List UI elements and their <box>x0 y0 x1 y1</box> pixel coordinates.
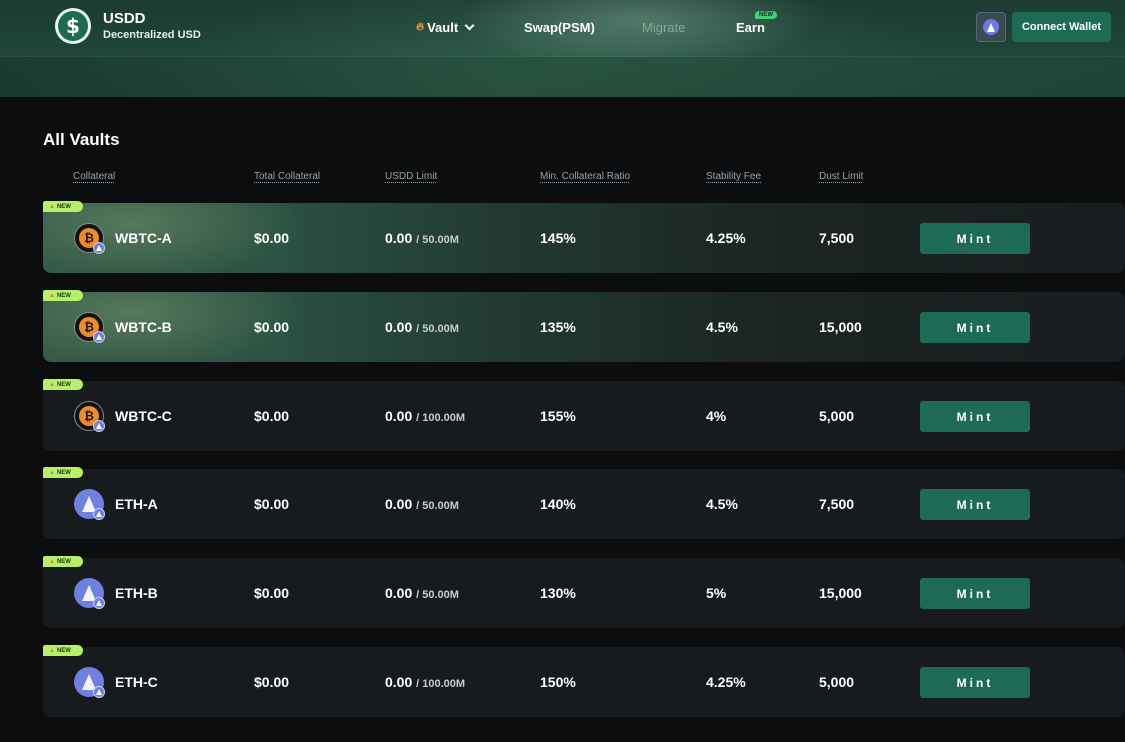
min-collateral-ratio: 155% <box>540 408 576 424</box>
dust-limit: 7,500 <box>819 230 855 246</box>
usdd-limit: 0.00 / 100.00M <box>385 674 466 690</box>
vault-name: ETH-C <box>115 674 158 690</box>
nav-earn[interactable]: Earn <box>736 20 765 35</box>
stability-fee: 4.5% <box>706 496 738 512</box>
nav-migrate[interactable]: Migrate <box>642 20 685 35</box>
nav-vault[interactable]: 🔥︎ Vault <box>416 20 475 35</box>
earn-new-badge: NEW <box>755 11 777 19</box>
vault-row[interactable]: ▲ NEW ETH-B $0.00 0.00 / 50.00M 130% 5% 1… <box>43 556 1125 628</box>
mint-button[interactable]: Mint <box>920 401 1030 432</box>
ethereum-chain-icon <box>93 686 105 698</box>
flame-icon: 🔥︎ <box>416 21 425 33</box>
nav-swap-label: Swap(PSM) <box>524 20 595 35</box>
vault-name: ETH-B <box>115 585 158 601</box>
new-tag: ▲ NEW <box>43 645 83 656</box>
dust-limit: 5,000 <box>819 674 855 690</box>
column-header-min-ratio: Min. Collateral Ratio <box>540 171 631 182</box>
header-divider <box>0 56 1125 57</box>
new-tag: ▲ NEW <box>43 201 83 212</box>
column-header-stability-fee: Stability Fee <box>706 171 762 182</box>
dust-limit: 7,500 <box>819 496 855 512</box>
ethereum-chain-icon <box>93 420 105 432</box>
usdd-limit: 0.00 / 50.00M <box>385 319 459 335</box>
min-collateral-ratio: 140% <box>540 496 576 512</box>
connect-wallet-button[interactable]: Connect Wallet <box>1012 12 1111 42</box>
total-collateral: $0.00 <box>254 230 290 246</box>
network-selector[interactable] <box>976 12 1006 42</box>
stability-fee: 4.25% <box>706 674 746 690</box>
dust-limit: 15,000 <box>819 319 862 335</box>
column-header-total-collateral: Total Collateral <box>254 171 321 182</box>
min-collateral-ratio: 130% <box>540 585 576 601</box>
vault-name: WBTC-C <box>115 408 172 424</box>
brand[interactable]: $ USDD Decentralized USD <box>55 8 201 44</box>
nav-migrate-label: Migrate <box>642 20 686 35</box>
stability-fee: 4.25% <box>706 230 746 246</box>
mint-button[interactable]: Mint <box>920 667 1030 698</box>
mint-button[interactable]: Mint <box>920 223 1030 254</box>
column-header-dust-limit: Dust Limit <box>819 171 864 182</box>
column-header-collateral: Collateral <box>73 171 116 182</box>
stability-fee: 4.5% <box>706 319 738 335</box>
min-collateral-ratio: 150% <box>540 674 576 690</box>
new-tag: ▲ NEW <box>43 379 83 390</box>
min-collateral-ratio: 145% <box>540 230 576 246</box>
total-collateral: $0.00 <box>254 319 290 335</box>
ethereum-chain-icon <box>93 242 105 254</box>
vault-name: ETH-A <box>115 496 158 512</box>
new-tag: ▲ NEW <box>43 556 83 567</box>
total-collateral: $0.00 <box>254 585 290 601</box>
dust-limit: 15,000 <box>819 585 862 601</box>
nav-vault-label: Vault <box>427 20 459 35</box>
chevron-down-icon <box>464 20 475 31</box>
column-header-usdd-limit: USDD Limit <box>385 171 438 182</box>
new-tag: ▲ NEW <box>43 290 83 301</box>
total-collateral: $0.00 <box>254 408 290 424</box>
vault-row[interactable]: ▲ NEW ₿ WBTC-B $0.00 0.00 / 50.00M 135% 4… <box>43 290 1125 362</box>
vault-row[interactable]: ▲ NEW ETH-C $0.00 0.00 / 100.00M 150% 4.2… <box>43 645 1125 717</box>
vault-row[interactable]: ▲ NEW ₿ WBTC-A $0.00 0.00 / 50.00M 145% 4… <box>43 201 1125 273</box>
total-collateral: $0.00 <box>254 674 290 690</box>
total-collateral: $0.00 <box>254 496 290 512</box>
usdd-limit: 0.00 / 100.00M <box>385 408 466 424</box>
mint-button[interactable]: Mint <box>920 578 1030 609</box>
vault-name: WBTC-B <box>115 319 172 335</box>
nav-swap[interactable]: Swap(PSM) <box>524 20 595 35</box>
stability-fee: 5% <box>706 585 727 601</box>
new-tag: ▲ NEW <box>43 467 83 478</box>
hero-band <box>0 57 1125 97</box>
mint-button[interactable]: Mint <box>920 489 1030 520</box>
usdd-limit: 0.00 / 50.00M <box>385 496 459 512</box>
usdd-limit: 0.00 / 50.00M <box>385 230 459 246</box>
min-collateral-ratio: 135% <box>540 319 576 335</box>
ethereum-icon <box>983 19 999 35</box>
ethereum-chain-icon <box>93 508 105 520</box>
dust-limit: 5,000 <box>819 408 855 424</box>
ethereum-chain-icon <box>93 331 105 343</box>
vault-row[interactable]: ▲ NEW ₿ WBTC-C $0.00 0.00 / 100.00M 155% … <box>43 379 1125 451</box>
brand-title: USDD <box>103 10 146 27</box>
vault-row[interactable]: ▲ NEW ETH-A $0.00 0.00 / 50.00M 140% 4.5%… <box>43 467 1125 539</box>
nav-earn-label: Earn <box>736 20 765 35</box>
dollar-coin-icon: $ <box>55 8 91 44</box>
vault-name: WBTC-A <box>115 230 172 246</box>
page-title: All Vaults <box>43 130 120 149</box>
mint-button[interactable]: Mint <box>920 312 1030 343</box>
usdd-limit: 0.00 / 50.00M <box>385 585 459 601</box>
brand-subtitle: Decentralized USD <box>103 29 201 41</box>
stability-fee: 4% <box>706 408 727 424</box>
ethereum-chain-icon <box>93 597 105 609</box>
